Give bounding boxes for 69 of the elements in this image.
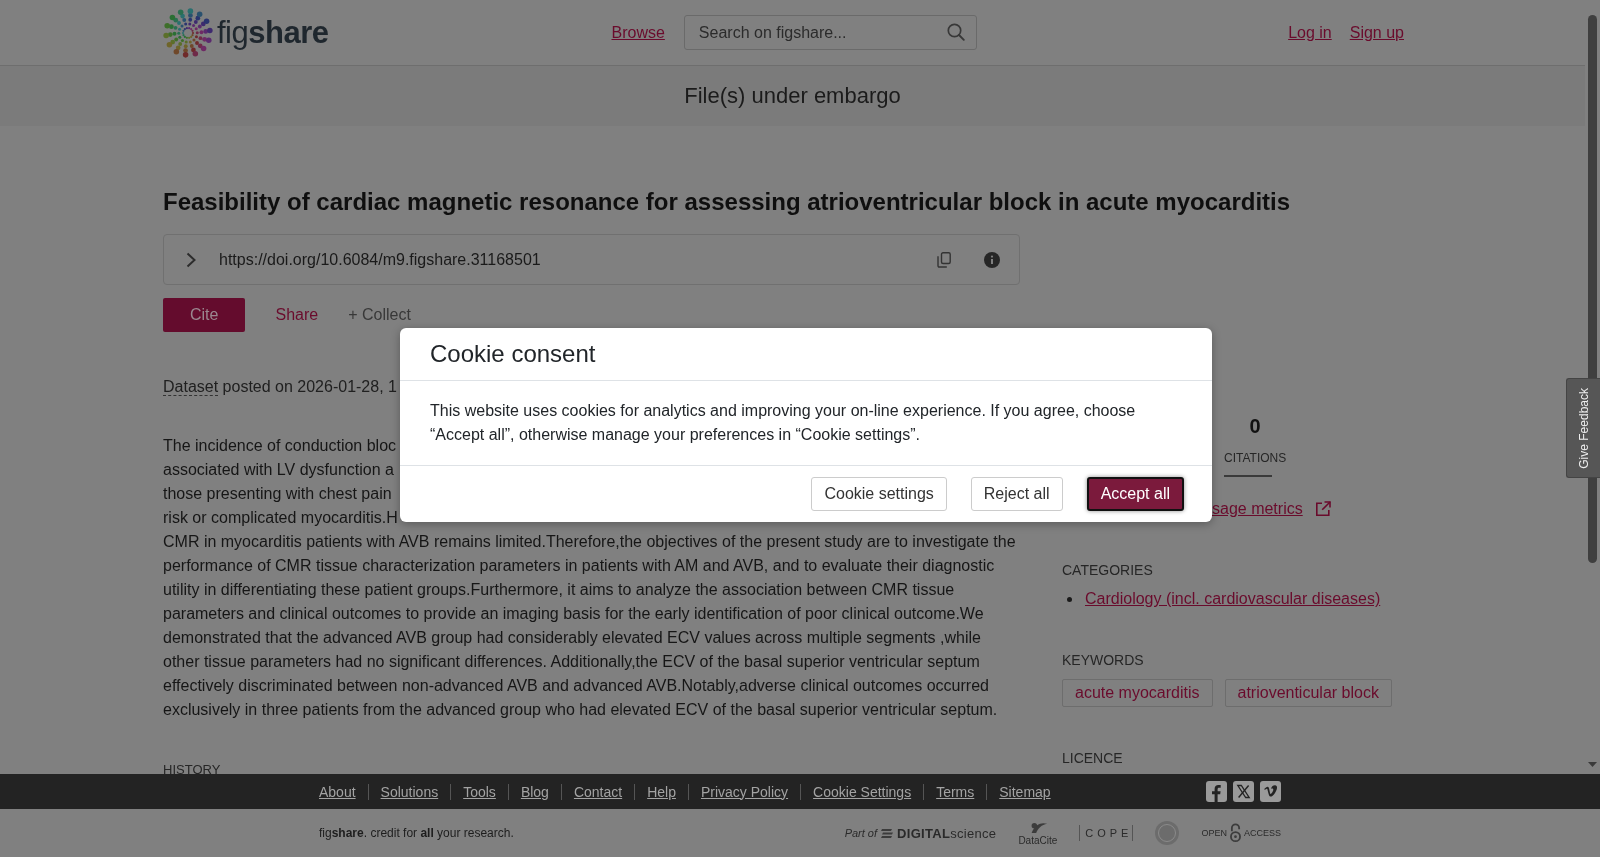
facebook-icon[interactable] bbox=[1206, 781, 1227, 802]
notice-text: File(s) under embargo bbox=[684, 83, 901, 109]
site-logo-link[interactable]: figshare bbox=[163, 7, 329, 58]
copy-icon[interactable] bbox=[937, 251, 951, 268]
section-heading: LICENCE bbox=[1062, 750, 1123, 766]
doi-link[interactable]: https://doi.org/10.6084/m9.figshare.31168501 bbox=[219, 250, 937, 269]
info-icon[interactable] bbox=[984, 251, 1000, 268]
keyword-tag[interactable]: atrioventicular block bbox=[1224, 679, 1392, 707]
item-type-link[interactable]: Dataset bbox=[163, 378, 219, 396]
feedback-tab[interactable]: Give Feedback bbox=[1566, 378, 1600, 478]
footer-link[interactable]: About bbox=[319, 783, 368, 800]
posted-text: Dataset posted on 2026-01-28, 1 bbox=[163, 377, 397, 398]
footer-link[interactable]: Blog bbox=[507, 783, 561, 800]
partner-logo-link[interactable]: Part of DIGITALscience bbox=[844, 825, 997, 841]
bullet-icon bbox=[1067, 596, 1072, 602]
padlock-icon bbox=[1229, 823, 1242, 843]
dialog-message: This website uses cookies for analytics and improving your on-line experience. If you agree, choose “Accept all”, otherwise manage your preferences in “Cookie settings”. bbox=[430, 401, 1137, 445]
footer-tagline: figshare. credit for all your research. bbox=[319, 826, 514, 840]
footer-link[interactable]: Sitemap bbox=[986, 783, 1063, 800]
description-line: utility in differentiating these patient groups.Furthermore, it aims to analyze the association between CMR tissue bbox=[163, 580, 955, 600]
footer-link[interactable]: Help bbox=[634, 783, 688, 800]
item-title: Feasibility of cardiac magnetic resonance for assessing atrioventricular block in acute myocarditis bbox=[163, 187, 1291, 217]
account-link[interactable]: Log in bbox=[1288, 23, 1332, 42]
section-heading: HISTORY bbox=[163, 762, 221, 774]
x-logo-icon[interactable] bbox=[1233, 781, 1254, 802]
usage-metrics-link[interactable]: sage metrics bbox=[1212, 499, 1331, 519]
description-line: other tissue parameters had no significant differences. Additionally,the ECV of the basal superior ventricular septum bbox=[163, 652, 980, 672]
search-field[interactable]: Search on figshare... bbox=[683, 15, 977, 50]
footer-link[interactable]: Tools bbox=[450, 783, 508, 800]
footer-link[interactable]: Solutions bbox=[367, 783, 451, 800]
partner-logo-link[interactable]: COPE bbox=[1079, 825, 1134, 841]
description-line: risk or complicated myocarditis.H bbox=[163, 508, 398, 528]
footer-link[interactable]: Privacy Policy bbox=[687, 783, 801, 800]
stripes-icon bbox=[880, 826, 895, 840]
stat-label: CITATIONS bbox=[1224, 450, 1287, 466]
description-line: those presenting with chest pain bbox=[163, 484, 392, 504]
footer-link[interactable]: Cookie Settings bbox=[800, 783, 924, 800]
category-link[interactable]: Cardiology (incl. cardiovascular diseases) bbox=[1085, 589, 1381, 609]
action-link[interactable]: + Collect bbox=[348, 306, 411, 324]
footer-link[interactable]: Terms bbox=[923, 783, 987, 800]
description-line: parameters and clinical outcomes to provide an imaging basis for the early identification of poor clinical outcome.We bbox=[163, 604, 984, 624]
dot-spiral-icon bbox=[163, 7, 213, 58]
keyword-tag[interactable]: acute myocarditis bbox=[1062, 679, 1213, 707]
description-line: CMR in myocarditis patients with AVB remains limited.Therefore,the objectives of the present study are to investigate the bbox=[163, 532, 1016, 552]
action-link[interactable]: Share bbox=[275, 306, 319, 324]
external-link-icon bbox=[1314, 501, 1331, 517]
section-heading: KEYWORDS bbox=[1062, 652, 1144, 668]
scroll-down-arrow-icon[interactable] bbox=[1588, 762, 1597, 767]
vimeo-icon[interactable] bbox=[1260, 781, 1281, 802]
footer-link[interactable]: Contact bbox=[560, 783, 635, 800]
dialog-button[interactable]: Accept all bbox=[1086, 477, 1184, 511]
description-line: performance of CMR tissue characterization parameters in patients with AM and AVB, and to evaluate their diagnostic bbox=[163, 556, 995, 576]
description-line: demonstrated that the advanced AVB group had considerably elevated ECV values across multiple segments ,while bbox=[163, 628, 981, 648]
dialog-button[interactable]: Reject all bbox=[970, 477, 1063, 511]
description-line: The incidence of conduction bloc bbox=[163, 436, 397, 456]
partner-logo-link[interactable]: OPEN ACCESS bbox=[1201, 823, 1281, 843]
description-line: associated with LV dysfunction a bbox=[163, 460, 394, 480]
action-button[interactable]: Cite bbox=[163, 298, 246, 332]
account-link[interactable]: Sign up bbox=[1349, 23, 1404, 42]
search-icon[interactable] bbox=[946, 23, 965, 41]
dialog-title: Cookie consent bbox=[430, 340, 596, 367]
partner-logo-link[interactable]: DataCite bbox=[1018, 820, 1058, 846]
description-line: exclusively in three patients from the advanced group who had elevated ECV of the basal superior ventricular septum. bbox=[163, 700, 998, 720]
section-heading: CATEGORIES bbox=[1062, 562, 1153, 578]
chevron-right-icon[interactable] bbox=[186, 251, 196, 268]
stat-value: 0 bbox=[1249, 414, 1261, 438]
description-line: effectively discriminated between non-advanced AVB and advanced AVB.Notably,adverse clinical outcomes occurred bbox=[163, 676, 989, 696]
dialog-button[interactable]: Cookie settings bbox=[811, 477, 947, 511]
nav-link[interactable]: Browse bbox=[611, 23, 665, 42]
